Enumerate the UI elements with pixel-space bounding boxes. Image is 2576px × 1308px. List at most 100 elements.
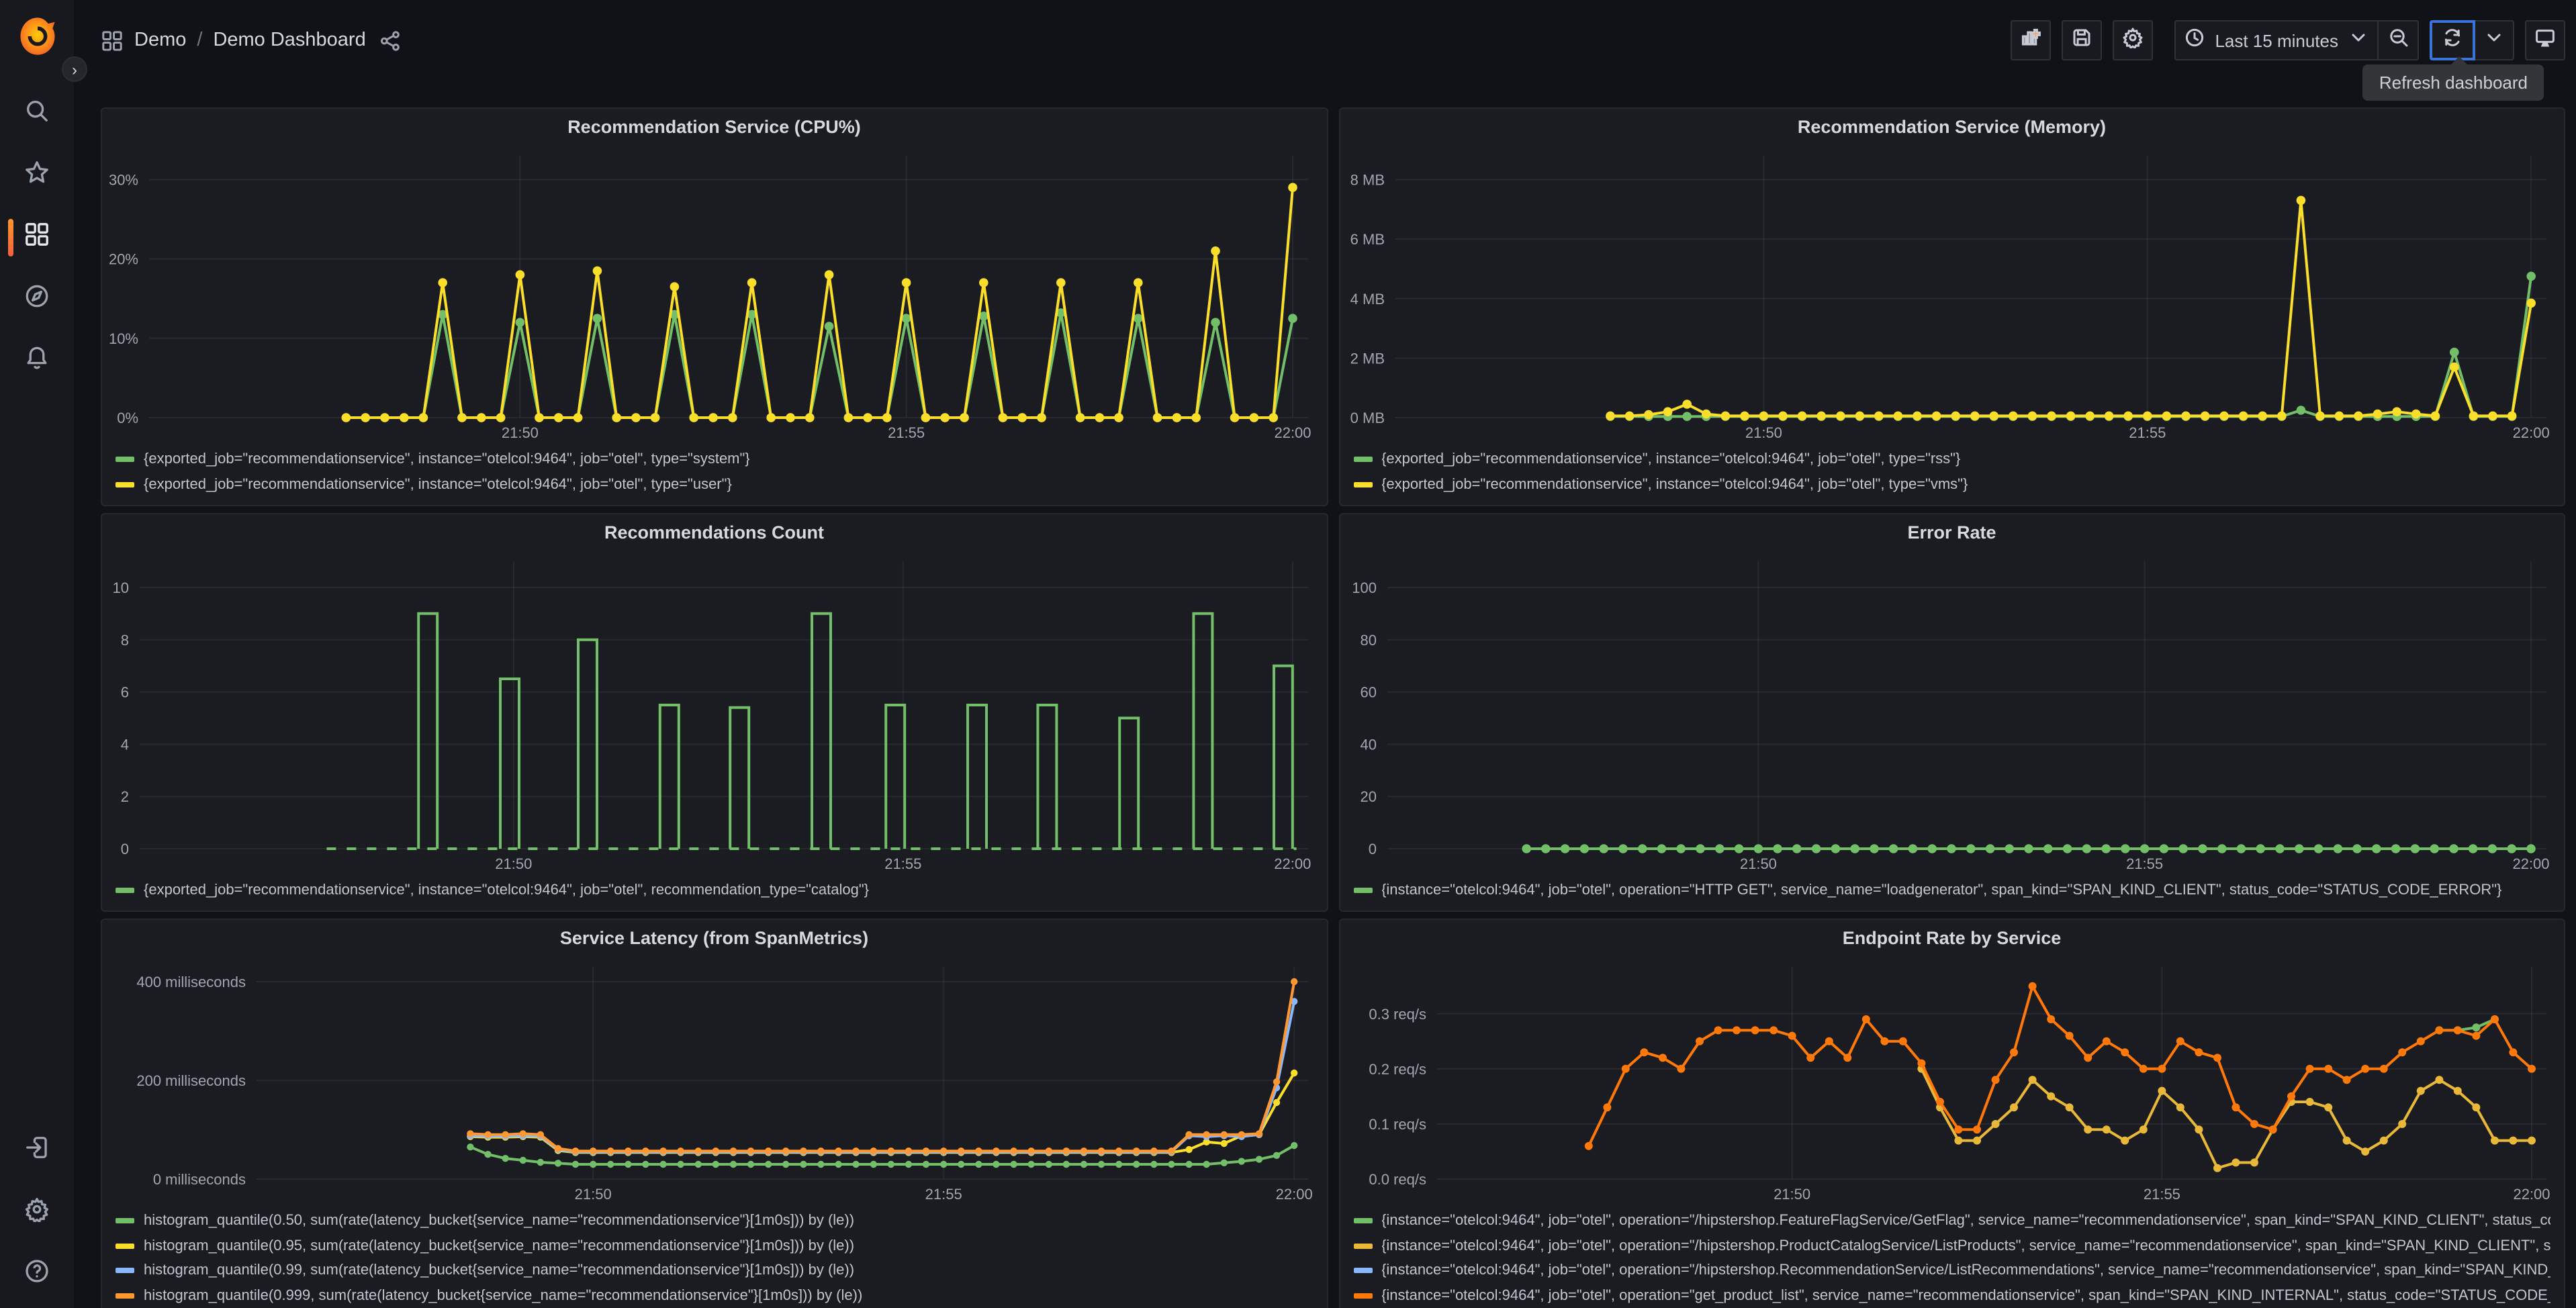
time-series-chart[interactable]: 21:50 21:55 22:00 0 2 4 6 8 10 (102, 551, 1326, 875)
sidebar-item-search[interactable] (0, 83, 74, 145)
chart-canvas[interactable]: 21:50 21:55 22:00 0 20 40 60 80 100 (1340, 551, 2565, 876)
save-dashboard-button[interactable] (2062, 20, 2103, 60)
bell-icon (24, 345, 50, 377)
expand-sidebar-button[interactable]: › (62, 56, 87, 82)
svg-text:0 milliseconds: 0 milliseconds (153, 1171, 246, 1188)
time-range-picker[interactable]: Last 15 minutes (2174, 20, 2379, 60)
svg-text:22:00: 22:00 (2512, 424, 2549, 441)
legend-item[interactable]: {instance="otelcol:9464", job="otel", op… (1353, 878, 2550, 902)
panel-header[interactable]: Recommendation Service (CPU%) (102, 109, 1326, 145)
chart-canvas[interactable]: 21:50 21:55 22:00 0.0 req/s 0.1 req/s 0.2 req… (1340, 956, 2565, 1206)
legend-item[interactable]: {instance="otelcol:9464", job="otel", op… (1353, 1233, 2550, 1258)
panel-header[interactable]: Recommendations Count (102, 514, 1326, 551)
series-label: {exported_job="recommendationservice", i… (144, 476, 732, 493)
sidebar-item-alerting[interactable] (0, 330, 74, 392)
chart-canvas[interactable]: 21:50 21:55 22:00 0 milliseconds 200 millise… (102, 956, 1327, 1206)
sidebar-menu (0, 83, 74, 392)
panel-header[interactable]: Recommendation Service (Memory) (1340, 109, 2564, 145)
svg-text:200 milliseconds: 200 milliseconds (136, 1072, 246, 1089)
time-series-chart[interactable]: 21:50 21:55 22:00 0 MB 2 MB 4 MB 6 MB 8 MB (1340, 145, 2564, 445)
panel-recommendations-count: Recommendations Count 21:50 21:55 22:00 0 2 4… (101, 513, 1328, 912)
series-color-swatch (116, 1218, 134, 1224)
sidebar-item-dashboards[interactable] (0, 207, 74, 269)
svg-text:22:00: 22:00 (2512, 1186, 2549, 1203)
panel-legend: histogram_quantile(0.50, sum(rate(latenc… (102, 1206, 1326, 1308)
add-panel-button[interactable] (2011, 20, 2052, 60)
legend-item[interactable]: histogram_quantile(0.50, sum(rate(latenc… (116, 1209, 1313, 1233)
legend-item[interactable]: {exported_job="recommendationservice", i… (116, 447, 1313, 472)
sidebar-item-help[interactable] (0, 1244, 74, 1305)
panel-title: Recommendation Service (CPU%) (567, 117, 861, 137)
panel-header[interactable]: Error Rate (1340, 514, 2564, 551)
time-series-chart[interactable]: 21:50 21:55 22:00 0% 10% 20% 30% (102, 145, 1326, 445)
time-picker-group: Last 15 minutes (2174, 20, 2419, 60)
series-label: histogram_quantile(0.999, sum(rate(laten… (144, 1287, 863, 1304)
time-series-chart[interactable]: 21:50 21:55 22:00 0 20 40 60 80 100 (1340, 551, 2564, 875)
chart-canvas[interactable]: 21:50 21:55 22:00 0 2 4 6 8 10 (102, 551, 1327, 876)
svg-text:4 MB: 4 MB (1350, 291, 1384, 308)
grafana-logo[interactable] (14, 13, 60, 59)
dashboard-settings-button[interactable] (2113, 20, 2154, 60)
series-color-swatch (116, 481, 134, 487)
breadcrumb-dashboard-title[interactable]: Demo Dashboard (213, 30, 365, 51)
legend-item[interactable]: {instance="otelcol:9464", job="otel", op… (1353, 1209, 2550, 1233)
svg-text:21:55: 21:55 (2125, 855, 2162, 872)
panel-header[interactable]: Endpoint Rate by Service (1340, 920, 2564, 956)
top-navigation-bar: Demo / Demo Dashboard Last 15 minutes Re… (74, 0, 2576, 101)
legend-item[interactable]: {exported_job="recommendationservice", i… (116, 878, 1313, 902)
refresh-interval-dropdown[interactable] (2475, 20, 2514, 60)
active-indicator (8, 219, 13, 256)
legend-item[interactable]: {instance="otelcol:9464", job="otel", op… (1353, 1283, 2550, 1308)
series-label: {exported_job="recommendationservice", i… (144, 451, 750, 468)
chart-canvas[interactable]: 21:50 21:55 22:00 0% 10% 20% 30% (102, 145, 1327, 445)
svg-text:21:55: 21:55 (925, 1186, 962, 1203)
clock-icon (2184, 26, 2205, 54)
series-color-swatch (116, 1293, 134, 1299)
panel-title: Service Latency (from SpanMetrics) (559, 928, 869, 948)
legend-item[interactable]: {exported_job="recommendationservice", i… (116, 472, 1313, 497)
breadcrumb-separator: / (197, 30, 203, 51)
svg-text:8: 8 (121, 632, 129, 649)
series-color-swatch (116, 887, 134, 893)
svg-text:20%: 20% (109, 251, 138, 268)
legend-item[interactable]: {instance="otelcol:9464", job="otel", op… (1353, 1258, 2550, 1283)
sidebar-item-settings[interactable] (0, 1182, 74, 1244)
panel-service-latency: Service Latency (from SpanMetrics) 21:50… (101, 919, 1328, 1308)
series-label: {instance="otelcol:9464", job="otel", op… (1381, 882, 2502, 898)
panel-recommendation-memory: Recommendation Service (Memory) 21:50 21:… (1338, 107, 2565, 506)
panel-error-rate: Error Rate 21:50 21:55 22:00 0 20 40 60 80 100 {… (1338, 513, 2565, 912)
svg-text:4: 4 (121, 736, 129, 753)
share-alt-icon[interactable] (379, 29, 402, 52)
legend-item[interactable]: histogram_quantile(0.95, sum(rate(latenc… (116, 1233, 1313, 1258)
panel-legend: {instance="otelcol:9464", job="otel", op… (1340, 1206, 2564, 1308)
legend-item[interactable]: {exported_job="recommendationservice", i… (1353, 447, 2550, 472)
zoom-out-button[interactable] (2379, 20, 2419, 60)
legend-item[interactable]: histogram_quantile(0.999, sum(rate(laten… (116, 1283, 1313, 1308)
series-label: {exported_job="recommendationservice", i… (144, 882, 870, 898)
panel-header[interactable]: Service Latency (from SpanMetrics) (102, 920, 1326, 956)
chart-canvas[interactable]: 21:50 21:55 22:00 0 MB 2 MB 4 MB 6 MB 8 MB (1340, 145, 2565, 445)
sidebar-item-sign-in[interactable] (0, 1120, 74, 1182)
refresh-dashboard-button[interactable] (2430, 20, 2475, 60)
series-label: histogram_quantile(0.50, sum(rate(latenc… (144, 1213, 855, 1229)
svg-text:6 MB: 6 MB (1350, 231, 1384, 248)
svg-text:22:00: 22:00 (1276, 1186, 1313, 1203)
series-color-swatch (1353, 1293, 1372, 1299)
panel-legend: {exported_job="recommendationservice", i… (1340, 445, 2564, 505)
sidebar-item-explore[interactable] (0, 269, 74, 330)
cycle-view-mode-button[interactable] (2525, 20, 2565, 60)
panel-title: Error Rate (1907, 522, 1996, 543)
svg-text:40: 40 (1360, 736, 1376, 753)
legend-item[interactable]: histogram_quantile(0.99, sum(rate(latenc… (116, 1258, 1313, 1283)
sidebar-item-starred[interactable] (0, 145, 74, 207)
time-series-chart[interactable]: 21:50 21:55 22:00 0 milliseconds 200 millise… (102, 956, 1326, 1206)
svg-text:21:50: 21:50 (575, 1186, 612, 1203)
svg-text:8 MB: 8 MB (1350, 171, 1384, 188)
series-label: {exported_job="recommendationservice", i… (1381, 476, 1968, 493)
legend-item[interactable]: {exported_job="recommendationservice", i… (1353, 472, 2550, 497)
time-series-chart[interactable]: 21:50 21:55 22:00 0.0 req/s 0.1 req/s 0.2 req… (1340, 956, 2564, 1206)
breadcrumb-folder[interactable]: Demo (134, 30, 186, 51)
svg-text:21:50: 21:50 (1745, 424, 1782, 441)
svg-text:6: 6 (121, 684, 129, 701)
grafana-app: › Demo / Demo Dashboard Last 15 minutes … (0, 0, 2576, 1308)
